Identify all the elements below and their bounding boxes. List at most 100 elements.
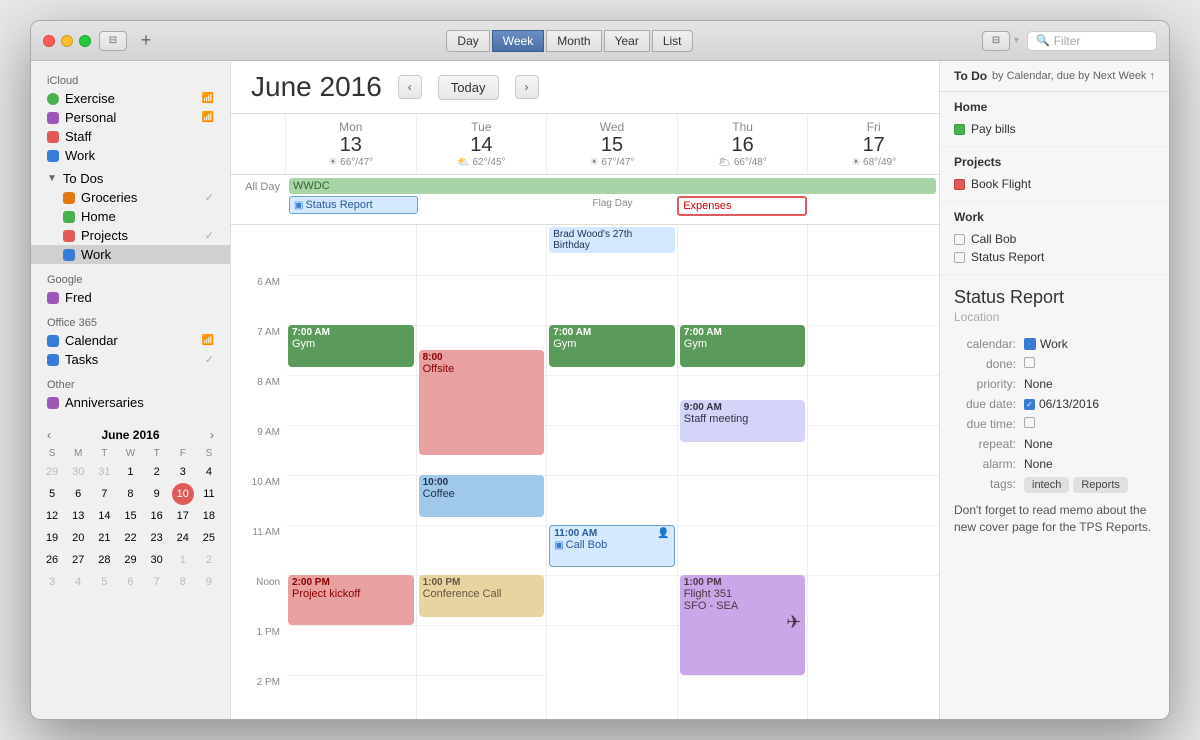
mini-cal-day[interactable]: 1 [172,549,194,571]
todo-status-report[interactable]: Status Report [954,248,1155,266]
tue-offsite-event[interactable]: 8:00 Offsite [419,350,545,455]
mini-cal-day[interactable]: 18 [198,505,220,527]
mini-cal-day[interactable]: 9 [146,483,168,505]
sidebar-item-staff[interactable]: Staff [31,127,230,146]
thu-gym-event[interactable]: 7:00 AM Gym [680,325,806,367]
mini-cal-day[interactable]: 11 [198,483,220,505]
due-time-checkbox[interactable] [1024,417,1035,428]
sidebar-item-calendar[interactable]: Calendar 📶 [31,331,230,350]
mini-cal-day[interactable]: 7 [93,483,115,505]
wed-brad-event[interactable]: Brad Wood's 27th Birthday [549,227,675,253]
tue-conference-event[interactable]: 1:00 PM Conference Call [419,575,545,617]
mini-cal-day[interactable]: 4 [67,571,89,593]
sidebar-item-personal[interactable]: Personal 📶 [31,108,230,127]
mon-gym-event[interactable]: 7:00 AM Gym [288,325,414,367]
tag-intech[interactable]: intech [1024,477,1069,493]
mini-cal-day[interactable]: 30 [146,549,168,571]
sidebar-item-projects[interactable]: Projects ✓ [31,226,230,245]
sidebar-item-home[interactable]: Home [31,207,230,226]
mini-cal-prev[interactable]: ‹ [43,428,55,442]
mini-cal-day[interactable]: 29 [41,461,63,483]
mini-cal-day[interactable]: 17 [172,505,194,527]
today-button[interactable]: Today [438,75,499,100]
done-checkbox[interactable] [1024,357,1035,368]
mini-cal-day[interactable]: 2 [198,549,220,571]
sidebar-item-exercise[interactable]: Exercise 📶 [31,89,230,108]
mini-cal-day[interactable]: 3 [172,461,194,483]
mini-cal-day[interactable]: 12 [41,505,63,527]
mini-cal-day[interactable]: 13 [67,505,89,527]
mini-cal-day[interactable]: 15 [119,505,141,527]
close-button[interactable] [43,35,55,47]
right-panel-toggle[interactable]: ⊟ [982,31,1010,51]
mini-cal-day[interactable]: 3 [41,571,63,593]
mini-cal-day[interactable]: 2 [146,461,168,483]
mini-cal-day[interactable]: 8 [119,483,141,505]
mon-project-event[interactable]: 2:00 PM Project kickoff [288,575,414,625]
minimize-button[interactable] [61,35,73,47]
mini-cal-day[interactable]: 14 [93,505,115,527]
wed-gym-event[interactable]: 7:00 AM Gym [549,325,675,367]
mini-cal-day[interactable]: 26 [41,549,63,571]
mini-cal-day[interactable]: 29 [119,549,141,571]
todo-header: To Do by Calendar, due by Next Week ↑ [940,61,1169,92]
todo-call-bob[interactable]: Call Bob [954,230,1155,248]
sidebar-item-work[interactable]: Work [31,146,230,165]
sidebar-todos-header[interactable]: ▼ To Dos [31,169,230,188]
thu-flight-event[interactable]: 1:00 PM Flight 351 SFO - SEA ✈ [680,575,806,675]
all-day-tue-events [418,196,547,218]
month-view-button[interactable]: Month [546,30,601,52]
list-view-button[interactable]: List [652,30,693,52]
sidebar-item-todos-work[interactable]: Work [31,245,230,264]
week-view-button[interactable]: Week [492,30,544,52]
status-report-event[interactable]: ▣ Status Report [289,196,418,214]
sidebar-item-anniversaries[interactable]: Anniversaries [31,393,230,412]
mini-cal-next[interactable]: › [206,428,218,442]
sidebar-item-groceries[interactable]: Groceries ✓ [31,188,230,207]
other-section: Other Anniversaries [31,373,230,412]
mini-cal-day[interactable]: 1 [119,461,141,483]
sidebar-toggle-button[interactable]: ⊟ [99,31,127,51]
year-view-button[interactable]: Year [604,30,650,52]
tue-coffee-event[interactable]: 10:00 Coffee [419,475,545,517]
mini-cal-day[interactable]: 25 [198,527,220,549]
day-view-button[interactable]: Day [446,30,489,52]
mini-cal-day[interactable]: 8 [172,571,194,593]
mini-cal-day[interactable]: 6 [119,571,141,593]
fullscreen-button[interactable] [79,35,91,47]
mini-cal-day[interactable]: 4 [198,461,220,483]
mini-cal-day[interactable]: 6 [67,483,89,505]
mini-cal-day[interactable]: 31 [93,461,115,483]
add-calendar-button[interactable]: + [135,30,157,52]
wwdc-event[interactable]: WWDC [289,178,936,194]
mini-cal-day[interactable]: 27 [67,549,89,571]
expenses-event[interactable]: Expenses [677,196,806,216]
day-header-mon: Mon 13 ☀ 66°/47° [286,114,417,174]
mini-cal-day[interactable]: 16 [146,505,168,527]
mini-cal-day[interactable]: 24 [172,527,194,549]
sidebar-item-fred[interactable]: Fred [31,288,230,307]
next-week-button[interactable]: › [515,75,539,99]
sidebar-item-tasks[interactable]: Tasks ✓ [31,350,230,369]
todo-book-flight[interactable]: Book Flight [954,175,1155,193]
thu-staff-event[interactable]: 9:00 AM Staff meeting [680,400,806,442]
mini-cal-day[interactable]: 5 [93,571,115,593]
todo-home-title: Home [954,100,1155,114]
mini-cal-day[interactable]: 19 [41,527,63,549]
mini-cal-day[interactable]: 28 [93,549,115,571]
tag-reports[interactable]: Reports [1073,477,1128,493]
mini-cal-today[interactable]: 10 [172,483,194,505]
mini-cal-day[interactable]: 20 [67,527,89,549]
mini-cal-day[interactable]: 22 [119,527,141,549]
todo-pay-bills[interactable]: Pay bills [954,120,1155,138]
mini-cal-day[interactable]: 21 [93,527,115,549]
wed-callbob-event[interactable]: 11:00 AM ▣ Call Bob 👤 [549,525,675,567]
mini-cal-day[interactable]: 5 [41,483,63,505]
mini-cal-day[interactable]: 23 [146,527,168,549]
mini-cal-day[interactable]: 9 [198,571,220,593]
mini-cal-day[interactable]: 7 [146,571,168,593]
mini-cal-day[interactable]: 30 [67,461,89,483]
filter-input[interactable]: 🔍 Filter [1027,31,1157,51]
prev-week-button[interactable]: ‹ [398,75,422,99]
due-date-checkbox[interactable] [1024,399,1035,410]
